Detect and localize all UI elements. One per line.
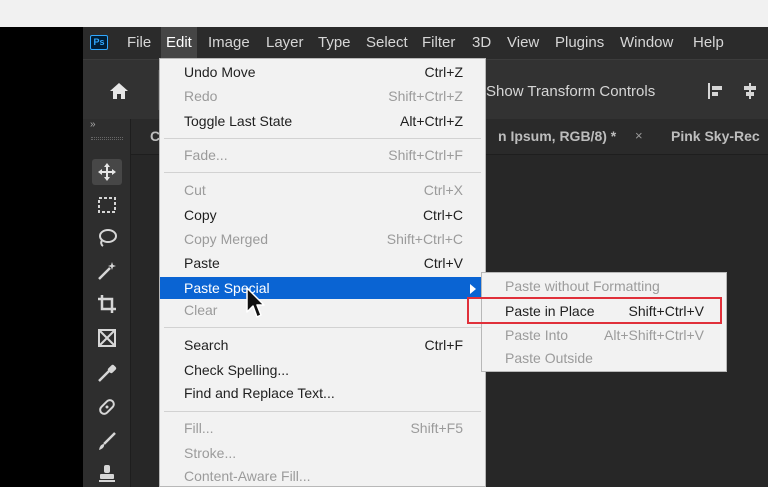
left-margin: [0, 27, 83, 487]
highlight-outline: [467, 297, 722, 324]
menu-separator: [164, 138, 481, 139]
submenu-item-label: Paste Outside: [505, 350, 593, 366]
menu-item-label: Fill...: [184, 420, 214, 436]
menu-item-label: Clear: [184, 302, 218, 318]
menu-item-shortcut: Ctrl+Z: [424, 64, 464, 80]
menu-help[interactable]: Help: [693, 34, 724, 51]
tab-close-icon[interactable]: ×: [635, 128, 643, 143]
menu-item-redo[interactable]: Redo Shift+Ctrl+Z: [160, 85, 485, 107]
menu-item-shortcut: Shift+Ctrl+C: [386, 231, 463, 247]
menu-item-cut[interactable]: Cut Ctrl+X: [160, 179, 485, 201]
menu-item-label: Toggle Last State: [184, 113, 293, 129]
submenu-item-paste-into[interactable]: Paste Into Alt+Shift+Ctrl+V: [482, 324, 726, 346]
eyedropper-icon[interactable]: [92, 360, 122, 386]
menu-item-paste-special[interactable]: Paste Special: [160, 277, 485, 299]
menu-item-label: Undo Move: [184, 64, 256, 80]
menu-item-label: Paste: [184, 255, 220, 271]
menu-select[interactable]: Select: [366, 34, 408, 51]
tab-document-pink-sky[interactable]: Pink Sky-Rec: [671, 128, 760, 144]
submenu-item-paste-without-formatting[interactable]: Paste without Formatting: [482, 275, 726, 297]
ps-logo-icon: Ps: [90, 35, 108, 50]
submenu-arrow-icon: [470, 284, 476, 294]
menu-plugins[interactable]: Plugins: [555, 34, 604, 51]
menu-item-label: Copy Merged: [184, 231, 269, 247]
align-left-icon[interactable]: [707, 82, 725, 100]
menu-edit[interactable]: Edit: [161, 27, 197, 59]
collapse-panel-icon[interactable]: »: [90, 119, 96, 130]
move-tool-icon[interactable]: [92, 159, 122, 185]
menu-bar: Ps File Edit Image Layer Type Select Fil…: [83, 27, 768, 59]
menu-item-shortcut: Ctrl+C: [422, 207, 463, 223]
menu-3d[interactable]: 3D: [472, 34, 491, 51]
menu-item-label: Stroke...: [184, 445, 237, 461]
tab-document-active[interactable]: n Ipsum, RGB/8) *: [498, 128, 616, 144]
menu-item-shortcut: Shift+Ctrl+F: [388, 147, 463, 163]
menu-item-label: Check Spelling...: [184, 362, 290, 378]
submenu-item-shortcut: Alt+Shift+Ctrl+V: [604, 327, 704, 343]
menu-image[interactable]: Image: [208, 34, 250, 51]
menu-item-fade[interactable]: Fade... Shift+Ctrl+F: [160, 144, 485, 166]
brush-tool-icon[interactable]: [92, 428, 122, 454]
menu-item-label: Redo: [184, 88, 218, 104]
panel-grip[interactable]: [91, 137, 123, 140]
magic-wand-icon[interactable]: [92, 258, 122, 284]
edit-menu-dropdown: Undo Move Ctrl+Z Redo Shift+Ctrl+Z Toggl…: [159, 58, 486, 487]
crop-tool-icon[interactable]: [92, 291, 122, 317]
menu-item-search[interactable]: Search Ctrl+F: [160, 334, 485, 356]
menu-view[interactable]: View: [507, 34, 539, 51]
align-center-icon[interactable]: [741, 82, 759, 100]
menu-separator: [164, 411, 481, 412]
frame-tool-icon[interactable]: [92, 325, 122, 351]
menu-item-toggle-last-state[interactable]: Toggle Last State Alt+Ctrl+Z: [160, 110, 485, 132]
menu-item-shortcut: Ctrl+X: [423, 182, 463, 198]
menu-item-shortcut: Ctrl+V: [423, 255, 463, 271]
menu-filter[interactable]: Filter: [422, 34, 455, 51]
menu-item-label: Content-Aware Fill...: [184, 468, 311, 484]
submenu-item-paste-outside[interactable]: Paste Outside: [482, 347, 726, 369]
submenu-item-label: Paste without Formatting: [505, 278, 660, 294]
menu-item-label: Find and Replace Text...: [184, 385, 335, 401]
menu-window[interactable]: Window: [620, 34, 673, 51]
menu-item-label: Cut: [184, 182, 206, 198]
tools-panel: »: [83, 119, 131, 487]
menu-type[interactable]: Type: [318, 34, 351, 51]
menu-item-label: Search: [184, 337, 229, 353]
menu-item-shortcut: Shift+Ctrl+Z: [388, 88, 463, 104]
home-icon[interactable]: [109, 82, 129, 100]
menu-item-copy-merged[interactable]: Copy Merged Shift+Ctrl+C: [160, 228, 485, 250]
clone-stamp-icon[interactable]: [92, 461, 122, 487]
mouse-cursor-icon: [246, 287, 265, 318]
menu-item-shortcut: Shift+F5: [410, 420, 463, 436]
menu-separator: [164, 327, 481, 328]
menu-item-shortcut: Ctrl+F: [424, 337, 464, 353]
menu-item-fill[interactable]: Fill... Shift+F5: [160, 417, 485, 439]
menu-item-label: Fade...: [184, 147, 228, 163]
lasso-tool-icon[interactable]: [92, 225, 122, 251]
menu-item-clear[interactable]: Clear: [160, 299, 485, 321]
menu-item-check-spelling[interactable]: Check Spelling...: [160, 359, 485, 381]
top-strip: [0, 0, 768, 27]
menu-item-stroke[interactable]: Stroke...: [160, 442, 485, 464]
menu-layer[interactable]: Layer: [266, 34, 304, 51]
submenu-item-label: Paste Into: [505, 327, 569, 343]
menu-item-undo-move[interactable]: Undo Move Ctrl+Z: [160, 61, 485, 83]
menu-item-content-aware-fill[interactable]: Content-Aware Fill...: [160, 465, 485, 487]
menu-item-find-replace[interactable]: Find and Replace Text...: [160, 382, 485, 404]
menu-item-copy[interactable]: Copy Ctrl+C: [160, 204, 485, 226]
show-transform-controls-label[interactable]: Show Transform Controls: [486, 83, 655, 100]
healing-brush-icon[interactable]: [92, 394, 122, 420]
menu-item-shortcut: Alt+Ctrl+Z: [399, 113, 463, 129]
menu-separator: [164, 172, 481, 173]
marquee-tool-icon[interactable]: [92, 192, 122, 218]
menu-item-label: Copy: [184, 207, 217, 223]
menu-item-paste[interactable]: Paste Ctrl+V: [160, 252, 485, 274]
menu-file[interactable]: File: [127, 34, 151, 51]
